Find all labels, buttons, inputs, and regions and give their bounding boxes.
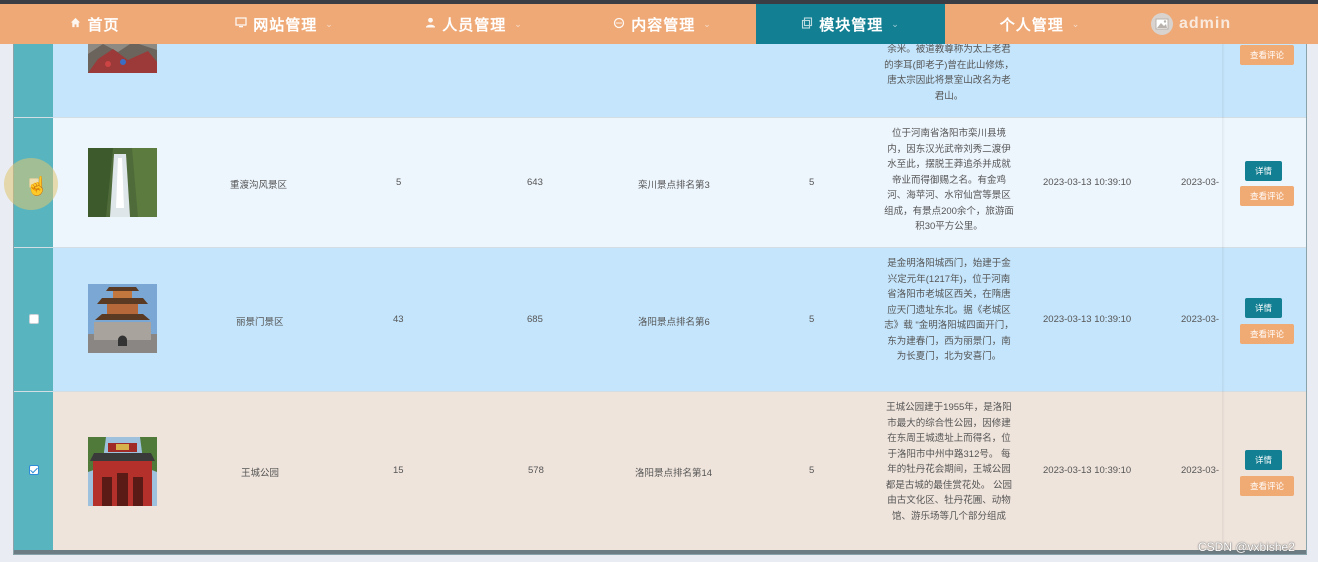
nav-item-module-management[interactable]: 模块管理 ⌄ [756,4,945,44]
number-cell: 5 [809,465,815,476]
waterfall-icon [88,148,157,217]
view-reviews-button[interactable]: 查看评论 [1240,324,1294,344]
monitor-icon [235,17,247,31]
nav-item-site-management[interactable]: 网站管理 ⌄ [190,4,379,44]
data-table: 余米。被道教尊称为太上老君的李耳(即老子)曾在此山修炼，唐太宗因此将景室山改名为… [13,44,1307,555]
rank-cell: 洛阳景点排名第14 [635,468,713,479]
detail-button[interactable]: 详情 [1245,161,1282,181]
image-avatar-icon [1151,13,1173,35]
mountain-rock-icon [88,44,157,73]
description-cell: 是金明洛阳城西门，始建于金兴定元年(1217年)，位于河南省洛阳市老城区西关，在… [884,258,1014,362]
name-cell: 重渡沟风景区 [230,180,288,191]
created-time-cell: 2023-03-13 10:39:10 [1043,177,1132,188]
description-cell: 余米。被道教尊称为太上老君的李耳(即老子)曾在此山修炼，唐太宗因此将景室山改名为… [884,44,1014,102]
home-icon [70,17,81,31]
table-row: 王城公园 15 578 洛阳景点排名第14 5 王城公园建于1955年，是洛阳市… [14,392,1306,552]
updated-time-cell: 2023-03- [1181,465,1220,476]
view-reviews-button[interactable]: 查看评论 [1240,186,1294,206]
row-checkbox[interactable] [29,465,39,475]
user-menu[interactable]: admin [1135,4,1318,44]
user-name: admin [1179,15,1232,32]
row-checkbox[interactable] [29,314,39,324]
nav-item-content-management[interactable]: 内容管理 ⌄ [569,4,756,44]
table-row: 重渡沟风景区 5 643 栾川景点排名第3 5 位于河南省洛阳市栾川县境内，因东… [14,118,1306,248]
pagoda-gate-icon [88,284,157,353]
chevron-down-icon: ⌄ [514,18,523,29]
number-cell: 578 [528,465,544,476]
number-cell: 5 [396,177,402,188]
chevron-down-icon: ⌄ [703,18,712,29]
nav-item-personal-management[interactable]: 个人管理 ⌄ [945,4,1135,44]
nav-label: 内容管理 [631,16,696,34]
name-cell: 丽景门景区 [236,317,284,328]
detail-button[interactable]: 详情 [1245,450,1282,470]
nav-label: 网站管理 [253,16,318,34]
fixed-column-shadow [1222,44,1225,554]
copy-icon [801,16,813,32]
number-cell: 685 [527,314,543,325]
description-cell: 位于河南省洛阳市栾川县境内，因东汉光武帝刘秀二渡伊水至此，摆脱王莽追杀并成就帝业… [884,128,1014,232]
watermark: CSDN @vxbishe2 [1198,540,1295,554]
rank-cell: 洛阳景点排名第6 [638,317,710,328]
detail-button[interactable]: 详情 [1245,298,1282,318]
created-time-cell: 2023-03-13 10:39:10 [1043,465,1132,476]
checkbox-column [14,44,53,117]
number-cell: 5 [809,177,815,188]
updated-time-cell: 2023-03- [1181,314,1220,325]
red-gate-icon [88,437,157,506]
nav-label: 个人管理 [999,16,1064,34]
number-cell: 43 [393,314,404,325]
nav-label: 人员管理 [442,16,507,34]
view-reviews-button[interactable]: 查看评论 [1240,476,1294,496]
table-row: 丽景门景区 43 685 洛阳景点排名第6 5 是金明洛阳城西门，始建于金兴定元… [14,248,1306,392]
updated-time-cell: 2023-03- [1181,177,1220,188]
user-icon [425,17,436,31]
top-navigation: 首页 网站管理 ⌄ 人员管理 ⌄ 内容管理 ⌄ 模块管理 ⌄ 个人管理 ⌄ ad… [0,4,1318,44]
rank-cell: 栾川景点排名第3 [638,180,710,191]
chevron-down-icon: ⌄ [325,18,334,29]
view-reviews-button[interactable]: 查看评论 [1240,45,1294,65]
chat-icon [613,17,625,32]
number-cell: 15 [393,465,404,476]
description-cell: 王城公园建于1955年，是洛阳市最大的综合性公园，因修建在东周王城遗址上而得名，… [885,402,1013,522]
nav-label: 模块管理 [819,16,884,34]
chevron-down-icon: ⌄ [1071,18,1081,29]
horizontal-scrollbar[interactable] [14,550,1306,554]
chevron-down-icon: ⌄ [891,18,900,29]
name-cell: 王城公园 [241,468,280,479]
created-time-cell: 2023-03-13 10:39:10 [1043,314,1132,325]
table-row: 余米。被道教尊称为太上老君的李耳(即老子)曾在此山修炼，唐太宗因此将景室山改名为… [14,44,1306,118]
nav-item-home[interactable]: 首页 [0,4,190,44]
nav-item-personnel-management[interactable]: 人员管理 ⌄ [379,4,569,44]
hand-pointer-icon: ☝ [26,176,49,196]
nav-label: 首页 [87,16,120,34]
number-cell: 643 [527,177,543,188]
number-cell: 5 [809,314,815,325]
